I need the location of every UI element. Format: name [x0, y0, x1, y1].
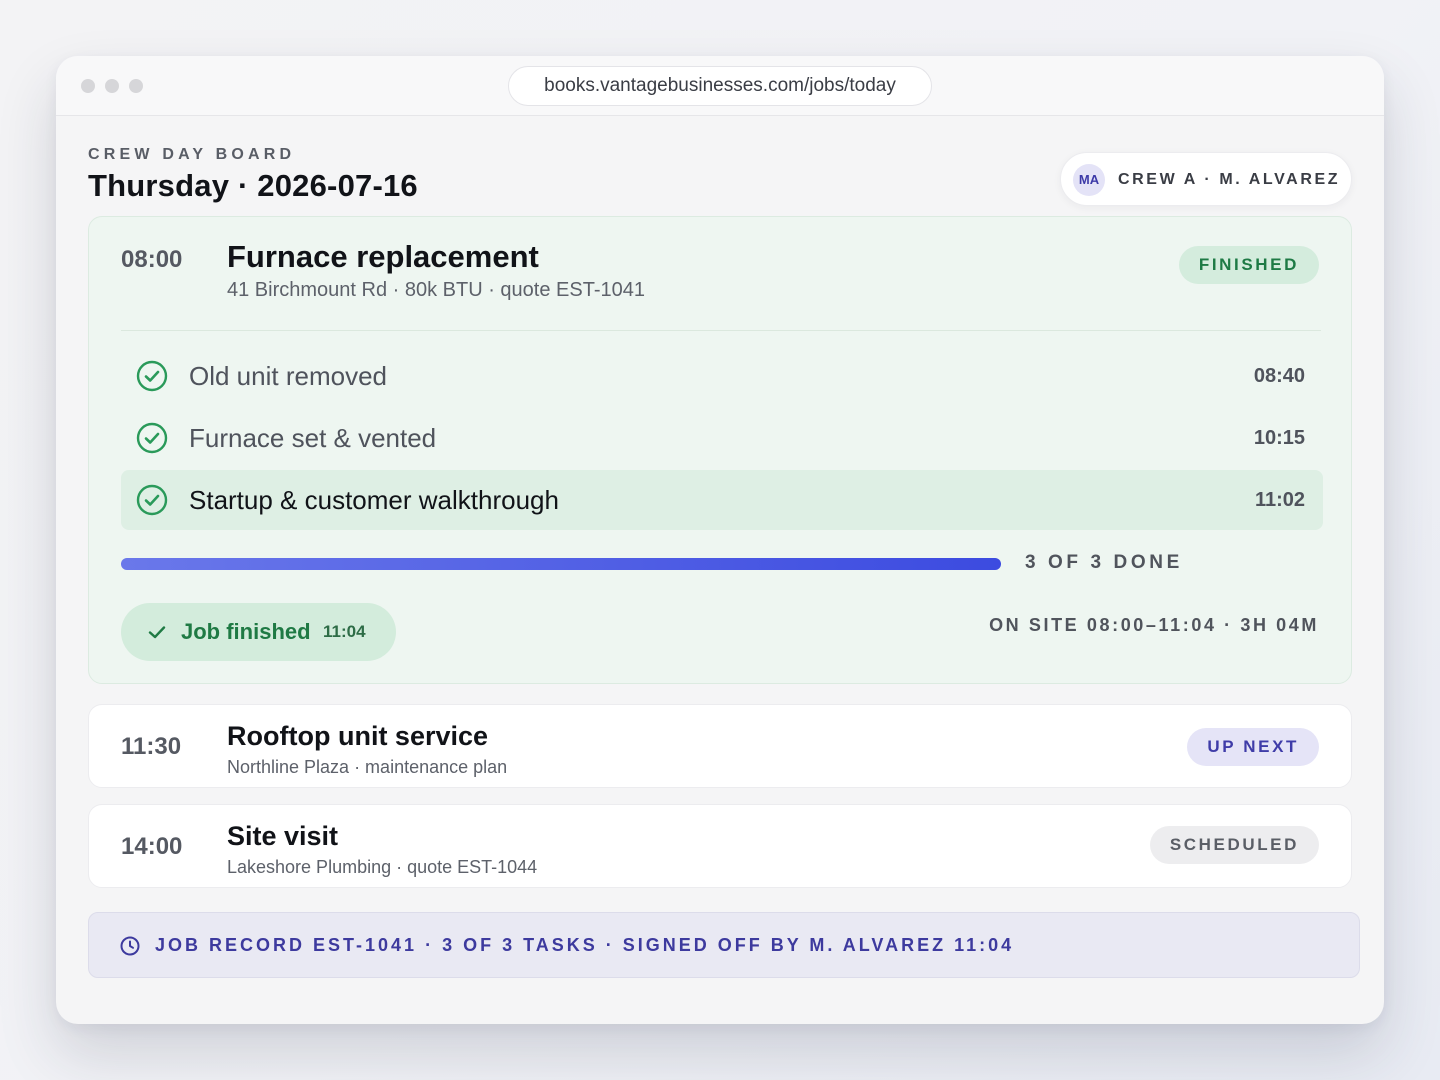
job-title: Furnace replacement	[227, 239, 539, 274]
crew-label: CREW A · M. ALVAREZ	[1118, 171, 1341, 188]
page-title: Thursday · 2026-07-16	[88, 168, 418, 203]
job-finished-button[interactable]: Job finished 11:04	[121, 603, 396, 661]
progress-fill	[121, 558, 1001, 570]
progress-bar	[121, 558, 1001, 570]
window-zoom-dot[interactable]	[129, 79, 143, 93]
crew-selector[interactable]: MA CREW A · M. ALVAREZ	[1060, 152, 1352, 206]
job-card-rooftop-unit-service[interactable]: 11:30 Rooftop unit service Northline Pla…	[88, 704, 1352, 788]
task-time: 11:02	[1254, 489, 1305, 511]
status-badge: UP NEXT	[1187, 728, 1319, 766]
task-row[interactable]: Startup & customer walkthrough 11:02	[121, 470, 1323, 530]
job-time: 08:00	[121, 246, 183, 273]
check-circle-icon	[136, 484, 168, 516]
board-eyebrow: CREW DAY BOARD	[88, 146, 296, 163]
check-circle-icon	[136, 422, 168, 454]
task-time: 08:40	[1253, 365, 1305, 387]
window-close-dot[interactable]	[81, 79, 95, 93]
job-time: 14:00	[121, 833, 183, 860]
task-label: Old unit removed	[189, 361, 387, 391]
job-record-banner: JOB RECORD EST-1041 · 3 OF 3 TASKS · SIG…	[88, 912, 1360, 978]
avatar: MA	[1073, 164, 1105, 196]
job-subtitle: Northline Plaza · maintenance plan	[227, 757, 508, 777]
browser-chrome: books.vantagebusinesses.com/jobs/today	[56, 56, 1384, 116]
check-circle-icon	[136, 360, 168, 392]
job-subtitle: Lakeshore Plumbing · quote EST-1044	[227, 857, 538, 877]
browser-window: books.vantagebusinesses.com/jobs/today C…	[56, 56, 1384, 1024]
window-minimize-dot[interactable]	[105, 79, 119, 93]
job-card-site-visit[interactable]: 14:00 Site visit Lakeshore Plumbing · qu…	[88, 804, 1352, 888]
task-time: 10:15	[1253, 427, 1305, 449]
task-label: Startup & customer walkthrough	[189, 485, 559, 515]
job-subtitle: 41 Birchmount Rd · 80k BTU · quote EST-1…	[227, 279, 645, 301]
job-record-text: JOB RECORD EST-1041 · 3 OF 3 TASKS · SIG…	[155, 935, 1015, 955]
status-badge: SCHEDULED	[1149, 826, 1319, 864]
job-card-furnace-replacement[interactable]: 08:00 Furnace replacement 41 Birchmount …	[88, 216, 1352, 684]
url-bar[interactable]: books.vantagebusinesses.com/jobs/today	[508, 66, 932, 106]
job-title: Rooftop unit service	[227, 721, 489, 751]
onsite-duration: ON SITE 08:00–11:04 · 3H 04M	[989, 615, 1319, 635]
clock-icon	[120, 936, 140, 956]
task-row[interactable]: Furnace set & vented 10:15	[121, 408, 1323, 468]
task-label: Furnace set & vented	[189, 423, 437, 453]
checkmark-icon	[148, 626, 166, 639]
task-row[interactable]: Old unit removed 08:40	[121, 346, 1323, 406]
progress-label: 3 OF 3 DONE	[1025, 552, 1183, 573]
job-finished-label: Job finished	[181, 619, 311, 644]
divider	[121, 330, 1321, 331]
status-badge: FINISHED	[1178, 246, 1319, 284]
job-time: 11:30	[121, 733, 182, 760]
job-finished-time: 11:04	[323, 622, 366, 641]
job-title: Site visit	[227, 821, 339, 851]
